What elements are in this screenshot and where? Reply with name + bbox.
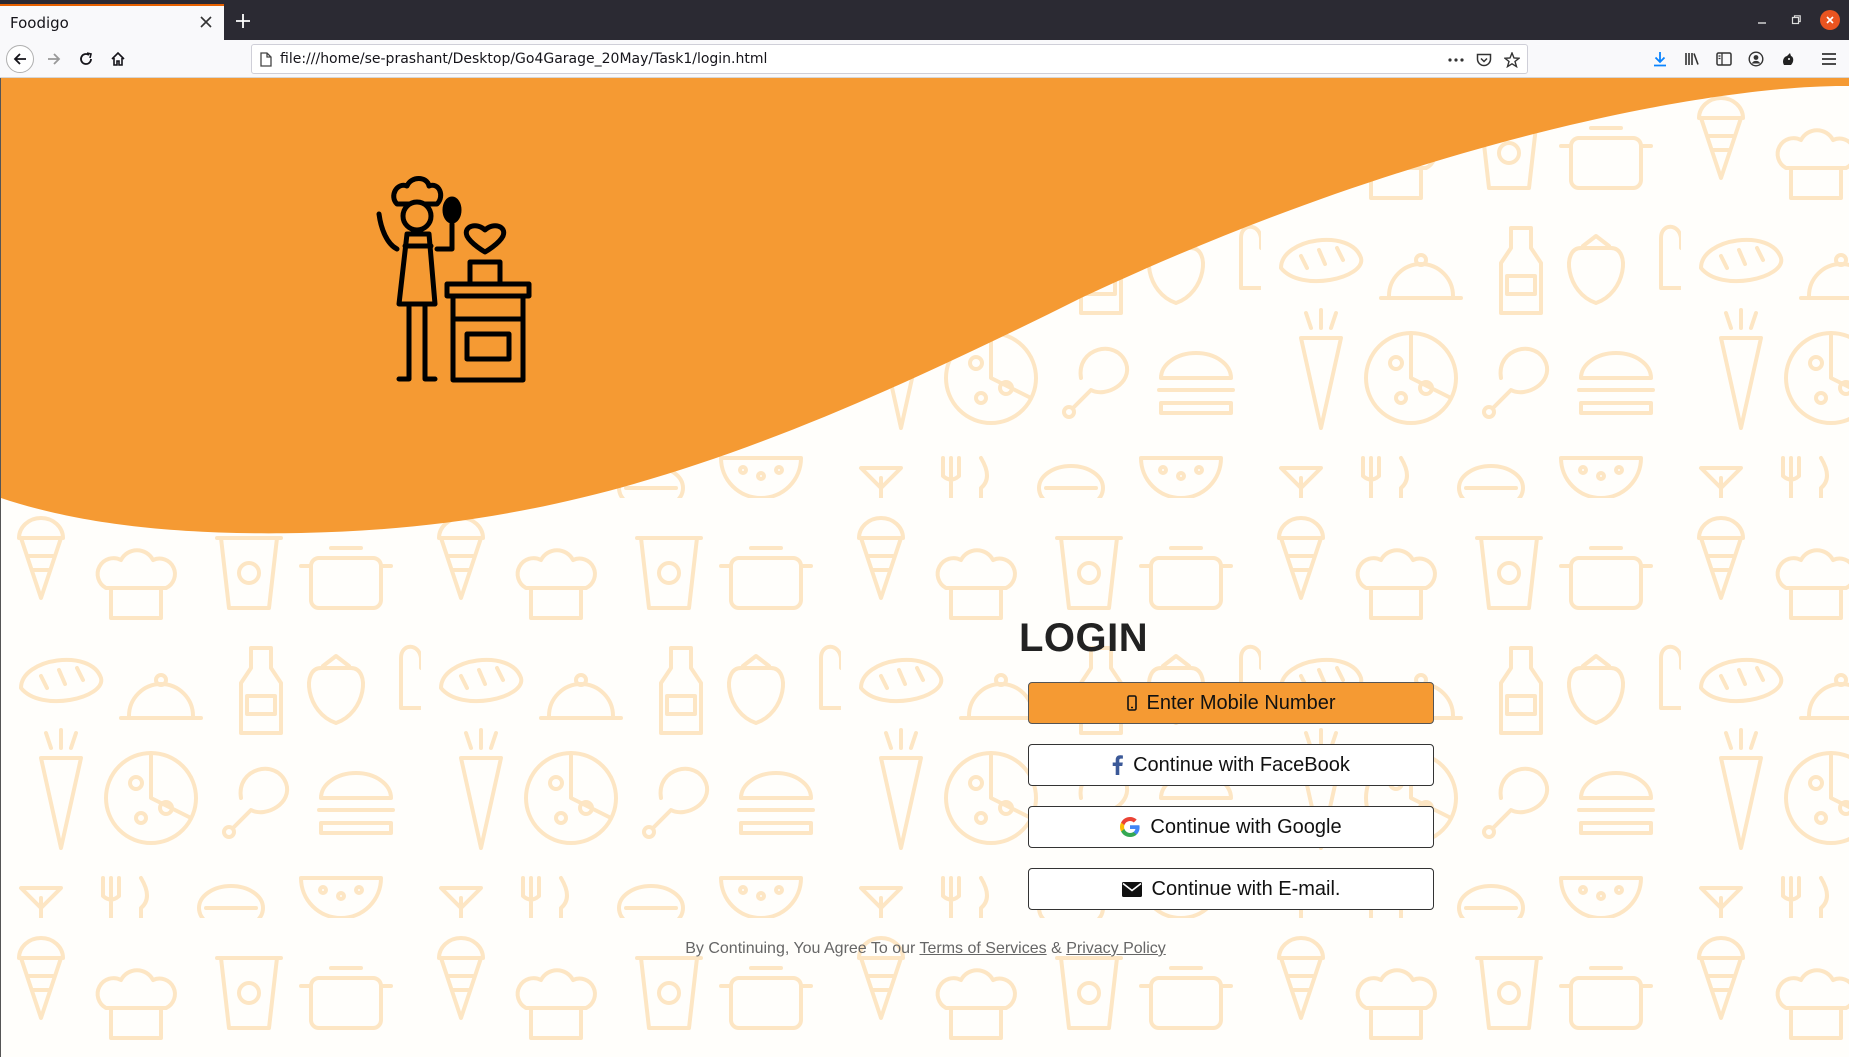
email-login-button[interactable]: Continue with E-mail.: [1028, 868, 1434, 910]
library-icon[interactable]: [1681, 48, 1703, 70]
minimize-icon[interactable]: [1752, 10, 1772, 30]
mobile-login-label: Enter Mobile Number: [1146, 691, 1336, 714]
facebook-login-button[interactable]: Continue with FaceBook: [1028, 744, 1434, 786]
restore-icon[interactable]: [1786, 10, 1806, 30]
orange-wave-header: [1, 78, 1849, 534]
new-tab-icon[interactable]: [230, 8, 256, 34]
mobile-login-button[interactable]: Enter Mobile Number: [1028, 682, 1434, 724]
forward-arrow-icon[interactable]: [40, 45, 68, 73]
facebook-icon: [1112, 755, 1123, 775]
reload-icon[interactable]: [72, 45, 100, 73]
page-icon: [260, 52, 272, 71]
account-icon[interactable]: [1745, 48, 1767, 70]
home-icon[interactable]: [104, 45, 132, 73]
chef-logo-icon: [376, 176, 532, 383]
google-icon: [1120, 817, 1140, 837]
footer-prefix: By Continuing, You Agree To our: [685, 940, 916, 957]
extension-icon[interactable]: [1777, 48, 1799, 70]
privacy-policy-link[interactable]: Privacy Policy: [1066, 940, 1166, 957]
terms-of-services-link[interactable]: Terms of Services: [919, 940, 1046, 957]
envelope-icon: [1121, 881, 1142, 897]
google-login-button[interactable]: Continue with Google: [1028, 806, 1434, 848]
tab-close-icon[interactable]: [196, 12, 216, 32]
menu-icon[interactable]: [1818, 48, 1840, 70]
browser-navbar: file:///home/se-prashant/Desktop/Go4Gara…: [0, 40, 1849, 78]
footer-ampersand: &: [1051, 940, 1062, 957]
tab-title: Foodigo: [10, 14, 69, 32]
pocket-icon[interactable]: [1473, 49, 1495, 71]
google-login-label: Continue with Google: [1150, 815, 1342, 838]
url-text[interactable]: file:///home/se-prashant/Desktop/Go4Gara…: [280, 51, 767, 67]
login-title: LOGIN: [1019, 616, 1149, 660]
more-icon[interactable]: [1445, 49, 1467, 71]
terms-footer: By Continuing, You Agree To our Terms of…: [1, 940, 1849, 958]
sidebar-icon[interactable]: [1713, 48, 1735, 70]
url-bar[interactable]: file:///home/se-prashant/Desktop/Go4Gara…: [251, 44, 1528, 74]
page-viewport: LOGIN Enter Mobile Number Continue with …: [0, 78, 1849, 1057]
email-login-label: Continue with E-mail.: [1151, 877, 1341, 900]
mobile-phone-icon: [1126, 695, 1137, 711]
bookmark-star-icon[interactable]: [1501, 49, 1523, 71]
browser-titlebar: Foodigo: [0, 0, 1849, 40]
browser-tab[interactable]: Foodigo: [0, 4, 224, 40]
window-close-icon[interactable]: [1820, 10, 1840, 30]
facebook-login-label: Continue with FaceBook: [1133, 753, 1350, 776]
back-arrow-icon[interactable]: [6, 45, 34, 73]
download-icon[interactable]: [1649, 48, 1671, 70]
